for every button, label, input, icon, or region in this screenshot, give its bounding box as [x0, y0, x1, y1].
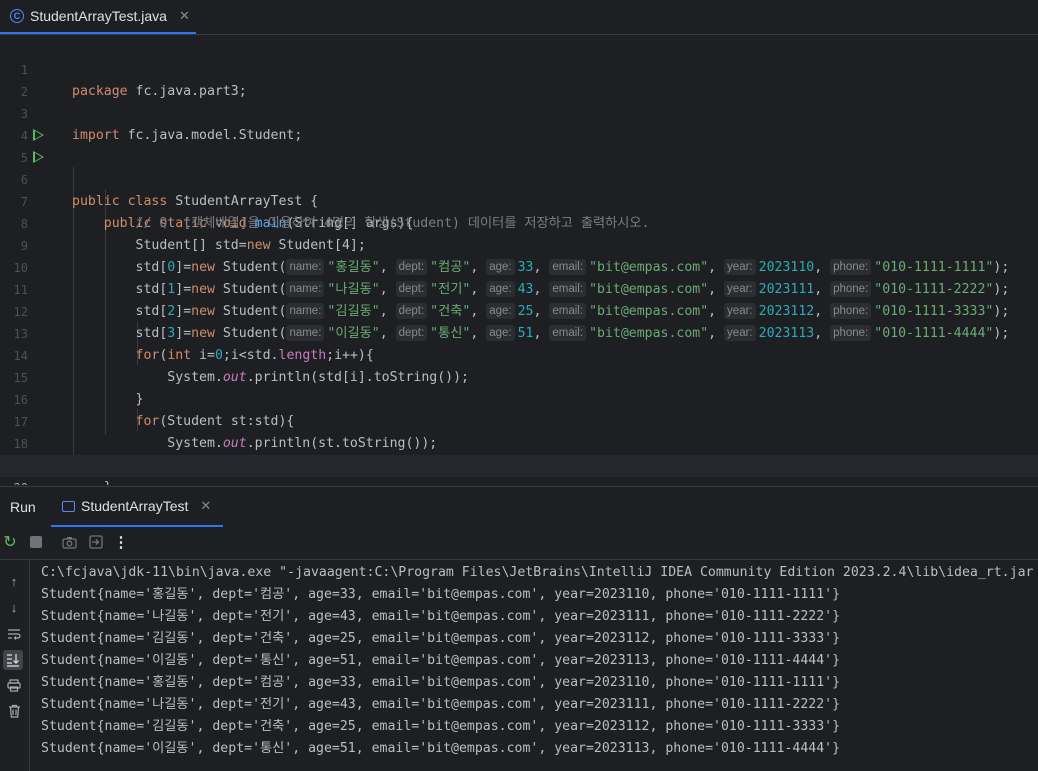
code-line: 1 package fc.java.part3;	[0, 37, 1038, 99]
editor-tab-student-array-test[interactable]: C StudentArrayTest.java ✕	[0, 0, 196, 34]
print-icon[interactable]	[6, 677, 22, 693]
code-line-current: 20 }	[0, 455, 1038, 485]
export-icon[interactable]	[88, 534, 104, 550]
code-line: 14 System.out.println(std[i].toString())…	[0, 323, 1038, 385]
code-line: 15 }	[0, 345, 1038, 407]
run-tab-title: StudentArrayTest	[81, 498, 189, 514]
console-line: Student{name='이길동', dept='통신', age=51, e…	[41, 653, 841, 668]
console-line: Student{name='홍길동', dept='컴공', age=33, e…	[41, 675, 841, 690]
code-line: 16 for(Student st:std){	[0, 367, 1038, 429]
run-toolbar: ↻ ⋮	[0, 526, 1038, 560]
run-tab-student-array-test[interactable]: StudentArrayTest ✕	[51, 487, 223, 527]
down-arrow-icon[interactable]: ↓	[6, 599, 22, 615]
code-line: 19 }	[0, 433, 1038, 485]
console-output[interactable]: C:\fcjava\jdk-11\bin\java.exe "-javaagen…	[41, 562, 1038, 771]
code-line: 8 Student[] std=new Student[4];	[0, 191, 1038, 253]
rerun-icon[interactable]: ↻	[2, 534, 18, 551]
run-panel-label: Run	[10, 499, 36, 515]
code-line: 12 std[3]=new Student(name: "이길동", dept: "…	[0, 279, 1038, 341]
code-text: }	[104, 480, 112, 485]
camera-icon[interactable]	[61, 534, 77, 550]
trash-icon[interactable]	[6, 703, 22, 719]
console-line: Student{name='나길동', dept='전기', age=43, e…	[41, 697, 841, 712]
console-sidebar: ↑ ↓	[0, 560, 30, 771]
code-line: 10 std[1]=new Student(name: "나길동", dept: "…	[0, 235, 1038, 297]
code-line: 2	[0, 59, 1038, 99]
code-line: 5 public class StudentArrayTest {	[0, 125, 1038, 209]
code-line: 4	[0, 103, 1038, 143]
code-editor[interactable]: 1 package fc.java.part3; 2 3 import fc.j…	[0, 35, 1038, 485]
console-line: Student{name='나길동', dept='전기', age=43, e…	[41, 609, 841, 624]
code-line: 9 std[0]=new Student(name: "홍길동", dept: "컴…	[0, 213, 1038, 275]
close-icon[interactable]: ✕	[179, 8, 190, 24]
more-icon[interactable]: ⋮	[113, 534, 129, 551]
stop-icon[interactable]	[28, 534, 44, 550]
up-arrow-icon[interactable]: ↑	[6, 573, 22, 589]
java-class-icon: C	[10, 9, 24, 23]
close-icon[interactable]: ✕	[200, 498, 211, 514]
editor-tab-bar: C StudentArrayTest.java ✕	[0, 0, 1038, 35]
console-line: Student{name='홍길동', dept='컴공', age=33, e…	[41, 587, 841, 602]
line-number: 20	[0, 477, 28, 485]
run-panel-header: Run StudentArrayTest ✕	[0, 486, 1038, 527]
code-line: 13 for(int i=0;i<std.length;i++){	[0, 301, 1038, 363]
run-gutter-icon[interactable]	[33, 151, 44, 163]
run-gutter-icon[interactable]	[33, 129, 44, 141]
run-config-icon	[62, 500, 75, 512]
console-line: Student{name='이길동', dept='통신', age=51, e…	[41, 741, 841, 756]
code-line: 17 System.out.println(st.toString());	[0, 389, 1038, 451]
code-line: 3 import fc.java.model.Student;	[0, 81, 1038, 143]
console-line: Student{name='김길동', dept='건축', age=25, e…	[41, 719, 841, 734]
code-line: 18 }	[0, 411, 1038, 473]
code-line: 7 // Q. [객체배열]을 이용하여 4명의 학생(Student) 데이터…	[0, 169, 1038, 231]
scroll-to-end-icon[interactable]	[3, 650, 23, 670]
console-line: Student{name='김길동', dept='건축', age=25, e…	[41, 631, 841, 646]
code-line: 11 std[2]=new Student(name: "김길동", dept: "…	[0, 257, 1038, 319]
editor-tab-title: StudentArrayTest.java	[30, 8, 167, 24]
console-line: C:\fcjava\jdk-11\bin\java.exe "-javaagen…	[41, 565, 1034, 580]
code-line: 6 public static void main(String[] args)…	[0, 147, 1038, 231]
soft-wrap-icon[interactable]	[6, 626, 22, 642]
